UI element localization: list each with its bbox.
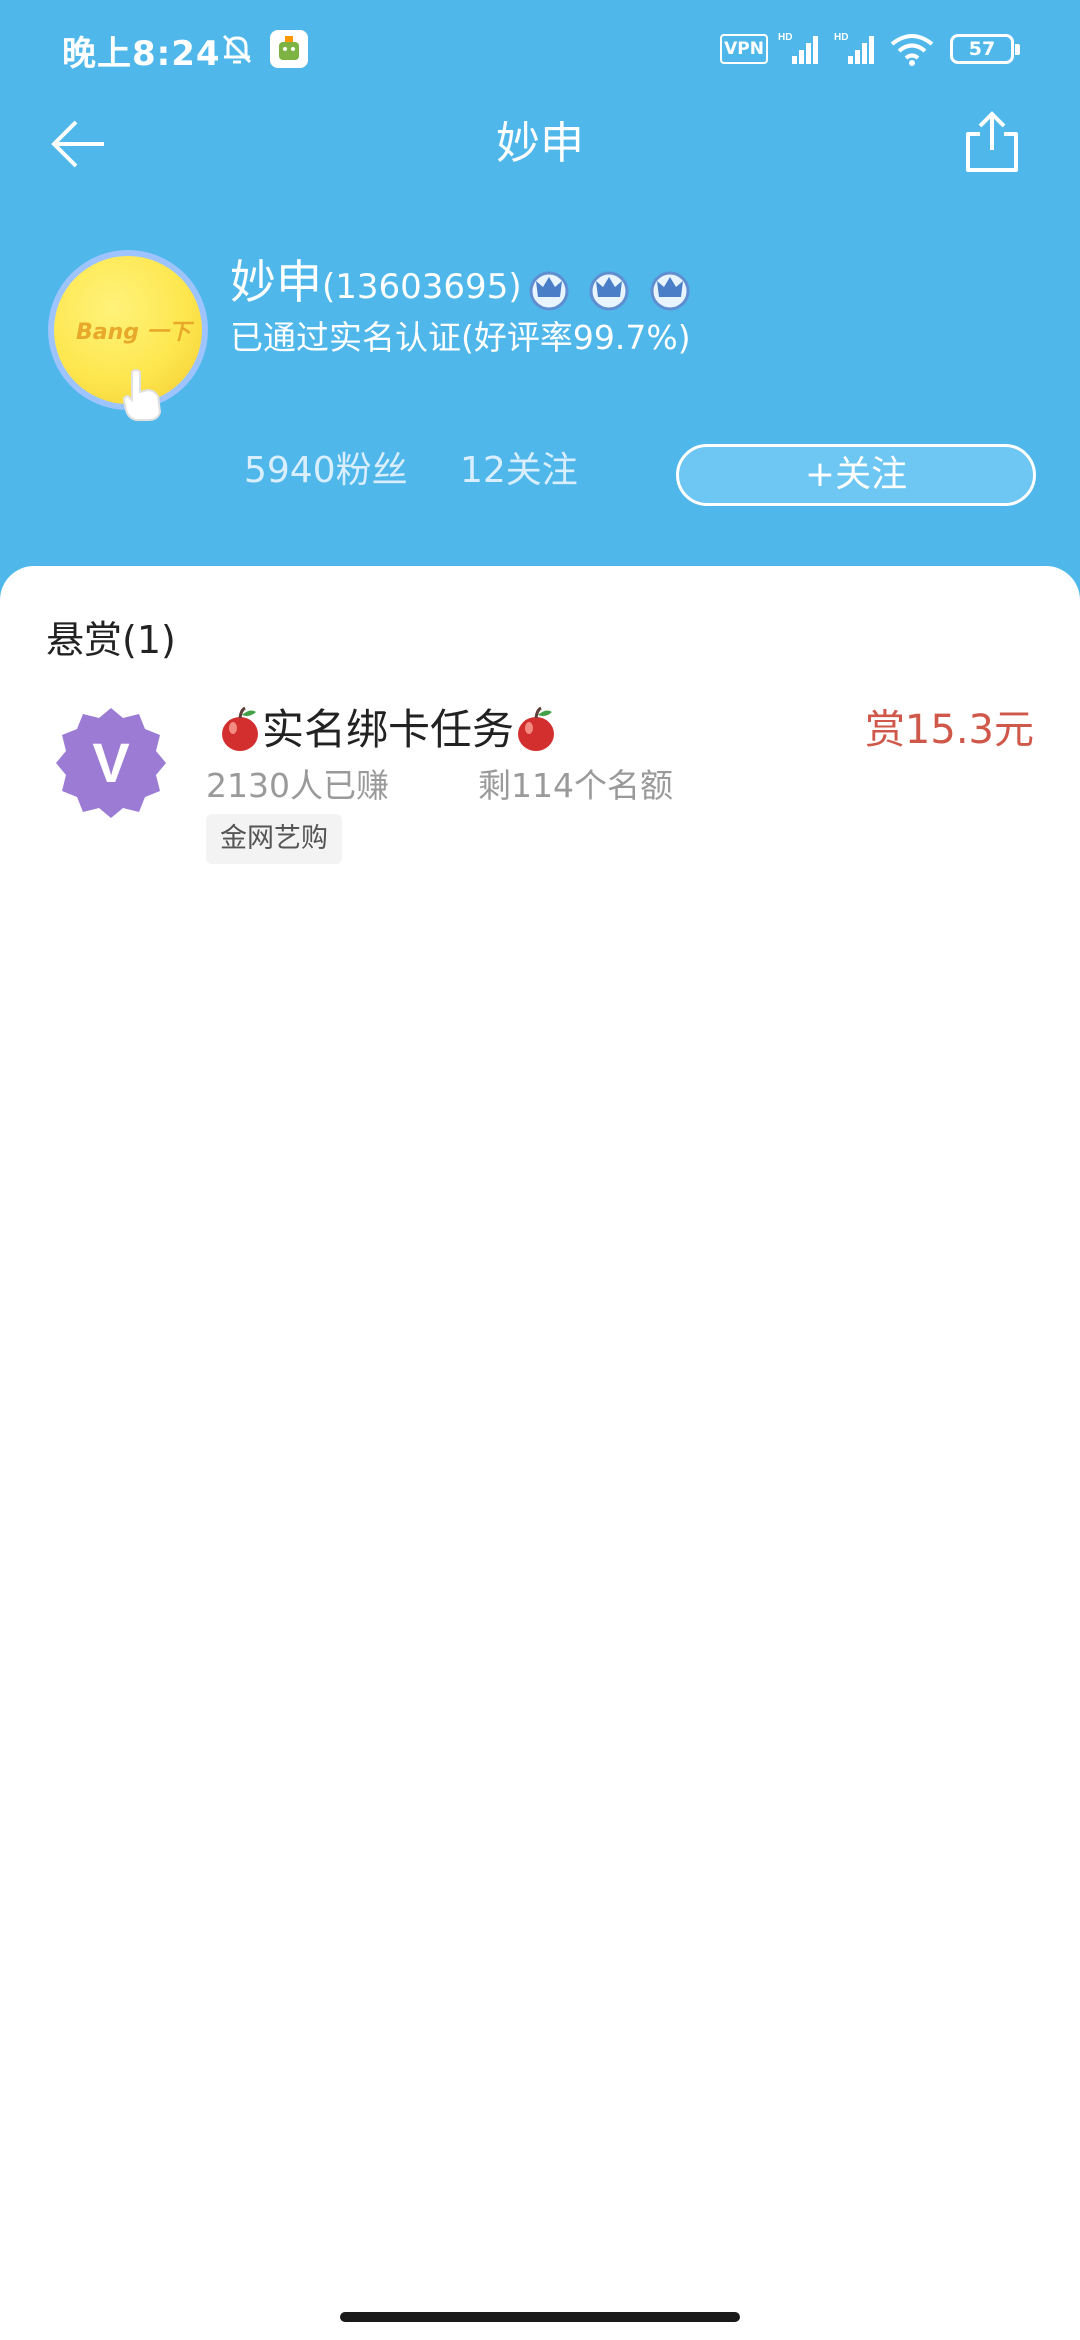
verification-status: 已通过实名认证(好评率99.7%) — [230, 318, 691, 357]
avatar[interactable]: Bang 一下 — [48, 250, 208, 421]
pointing-hand-icon — [122, 369, 162, 421]
task-remaining-slots: 剩114个名额 — [478, 766, 673, 805]
share-icon[interactable] — [960, 108, 1024, 176]
crown-icon — [529, 271, 569, 311]
battery-icon: 57 — [950, 34, 1020, 64]
home-indicator[interactable] — [340, 2312, 740, 2322]
following-count[interactable]: 12关注 — [460, 446, 578, 496]
hd-signal-icon: HD — [778, 32, 818, 64]
apple-icon — [222, 706, 258, 751]
apple-icon — [518, 706, 555, 751]
profile-id: (13603695) — [322, 267, 522, 307]
follow-button[interactable]: +关注 — [676, 444, 1036, 506]
arrow-left-icon[interactable] — [46, 112, 110, 176]
profile-name: 妙申 — [230, 255, 322, 309]
content-panel — [0, 566, 1080, 2340]
bell-off-icon — [222, 34, 252, 64]
task-reward: 赏15.3元 — [864, 707, 1034, 753]
wifi-icon — [890, 34, 934, 66]
status-bar: 晚上8:24 VPN HD HD 57 — [0, 0, 1080, 100]
vpn-icon: VPN — [720, 34, 768, 64]
crown-icon — [589, 271, 629, 311]
fans-count[interactable]: 5940粉丝 — [244, 446, 408, 496]
android-app-icon — [270, 30, 308, 68]
avatar-image: Bang 一下 — [54, 256, 202, 421]
status-time: 晚上8:24 — [62, 34, 221, 74]
svg-text:HD: HD — [834, 32, 848, 43]
rewards-section-title: 悬赏(1) — [46, 618, 176, 662]
crown-icon — [650, 271, 690, 311]
task-tag: 金网艺购 — [206, 814, 342, 864]
page-title: 妙申 — [496, 118, 584, 169]
svg-text:HD: HD — [778, 32, 792, 43]
avatar-text: Bang 一下 — [76, 320, 191, 345]
task-logo-badge[interactable]: V — [54, 706, 168, 820]
crown-badges — [526, 256, 693, 316]
task-title-row[interactable]: 实名绑卡任务 — [218, 700, 558, 760]
task-earned-count: 2130人已赚 — [206, 766, 389, 805]
hd-signal-icon: HD — [834, 32, 874, 64]
profile-name-row: 妙申(13603695) — [230, 252, 693, 317]
svg-text:V: V — [92, 731, 129, 794]
task-title: 实名绑卡任务 — [262, 705, 515, 754]
